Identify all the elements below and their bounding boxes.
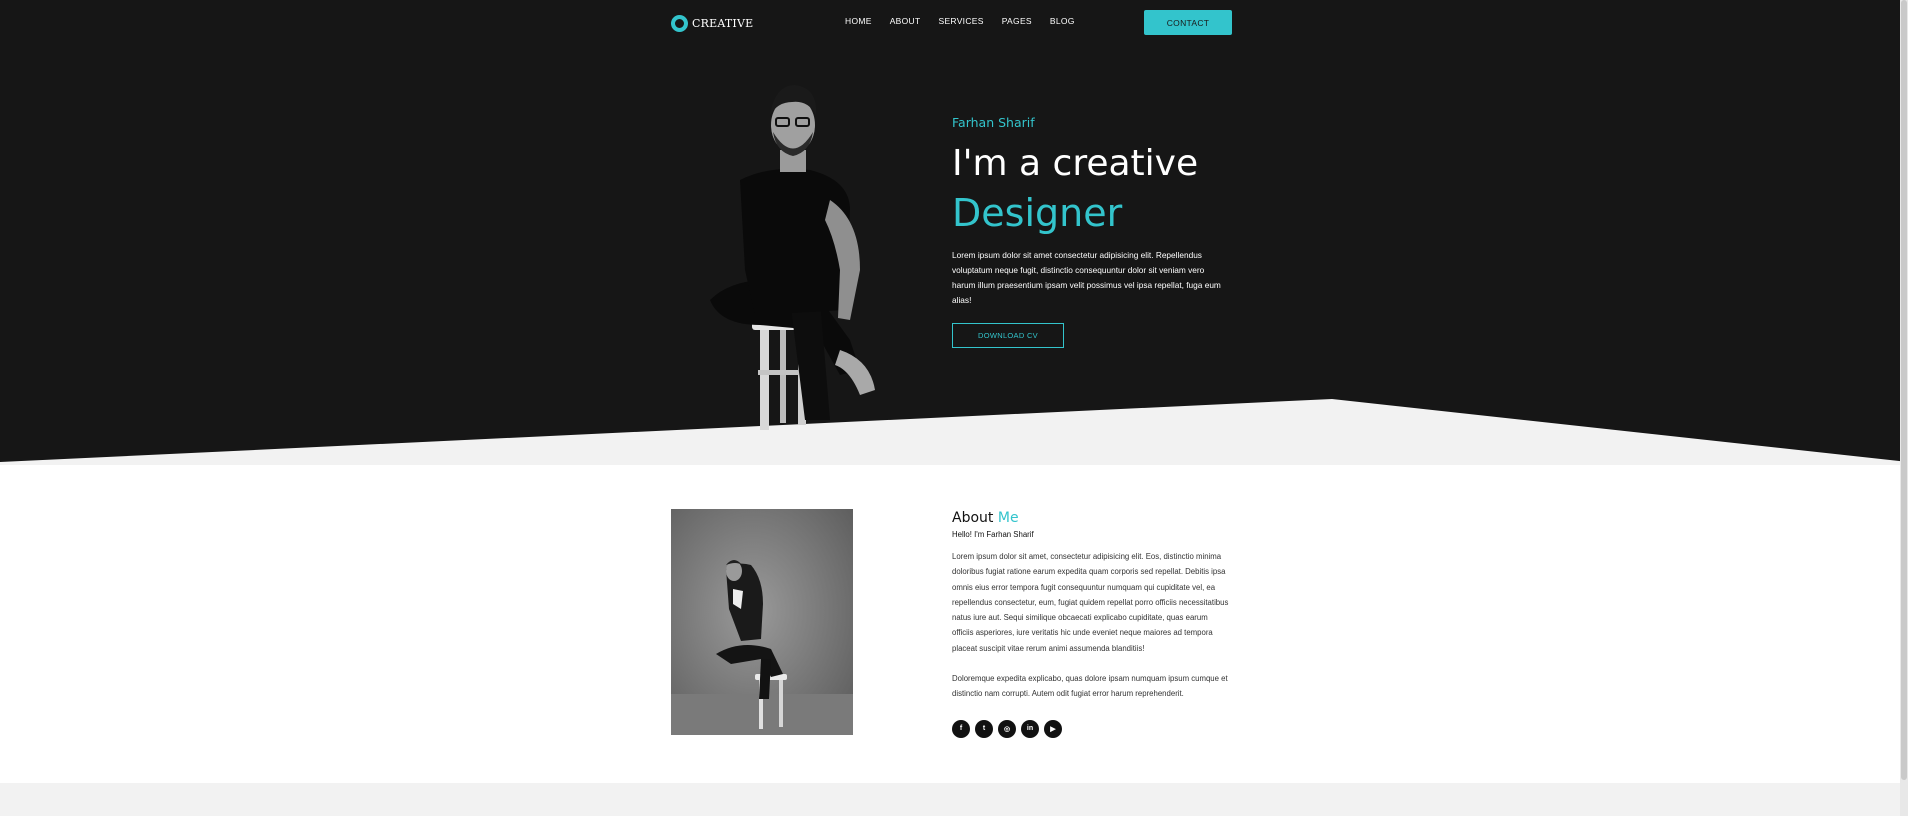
logo-circle-icon	[671, 14, 688, 32]
about-heading: About Me	[952, 510, 1230, 526]
about-text: About Me Hello! I'm Farhan Sharif Lorem …	[952, 510, 1230, 738]
nav-link-home[interactable]: HOME	[845, 16, 872, 26]
nav-link-about[interactable]: ABOUT	[890, 16, 921, 26]
linkedin-icon[interactable]: in	[1021, 719, 1039, 738]
page-scrollbar[interactable]	[1900, 0, 1908, 816]
youtube-icon[interactable]: ▶	[1044, 719, 1062, 738]
hero-name: Farhan Sharif	[952, 115, 1035, 130]
nav-links: HOME ABOUT SERVICES PAGES BLOG	[845, 16, 1093, 26]
about-paragraph-2: Doloremque expedita explicabo, quas dolo…	[952, 674, 1228, 699]
hero-title-line1: I'm a creative	[952, 143, 1199, 184]
hero-section: CREATIVE HOME ABOUT SERVICES PAGES BLOG …	[0, 0, 1908, 465]
about-paragraph-1: Lorem ipsum dolor sit amet, consectetur …	[952, 552, 1229, 653]
facebook-icon[interactable]: f	[952, 719, 970, 738]
hero-text: Farhan Sharif I'm a creative Designer Lo…	[952, 115, 1232, 348]
hero-portrait-image	[710, 85, 875, 430]
about-hello: Hello! I'm Farhan Sharif	[952, 530, 1034, 539]
nav-link-pages[interactable]: PAGES	[1002, 16, 1032, 26]
hero-title-line2: Designer	[952, 191, 1123, 235]
scrollbar-thumb[interactable]	[1901, 0, 1907, 780]
about-section: About Me Hello! I'm Farhan Sharif Lorem …	[0, 465, 1908, 783]
nav-link-services[interactable]: SERVICES	[938, 16, 983, 26]
logo[interactable]: CREATIVE	[671, 14, 753, 32]
navbar: CREATIVE HOME ABOUT SERVICES PAGES BLOG …	[0, 0, 1908, 44]
instagram-icon[interactable]: ◎	[998, 719, 1016, 738]
download-cv-button[interactable]: DOWNLOAD CV	[952, 323, 1064, 348]
hero-description: Lorem ipsum dolor sit amet consectetur a…	[952, 250, 1221, 305]
twitter-icon[interactable]: t	[975, 719, 993, 738]
about-portrait-image	[671, 509, 853, 735]
logo-text: CREATIVE	[692, 16, 754, 30]
contact-button[interactable]: CONTACT	[1144, 10, 1232, 35]
social-links: f t ◎ in ▶	[952, 719, 1230, 738]
about-heading-accent: Me	[997, 510, 1019, 526]
about-heading-main: About	[952, 510, 994, 526]
nav-link-blog[interactable]: BLOG	[1050, 16, 1075, 26]
